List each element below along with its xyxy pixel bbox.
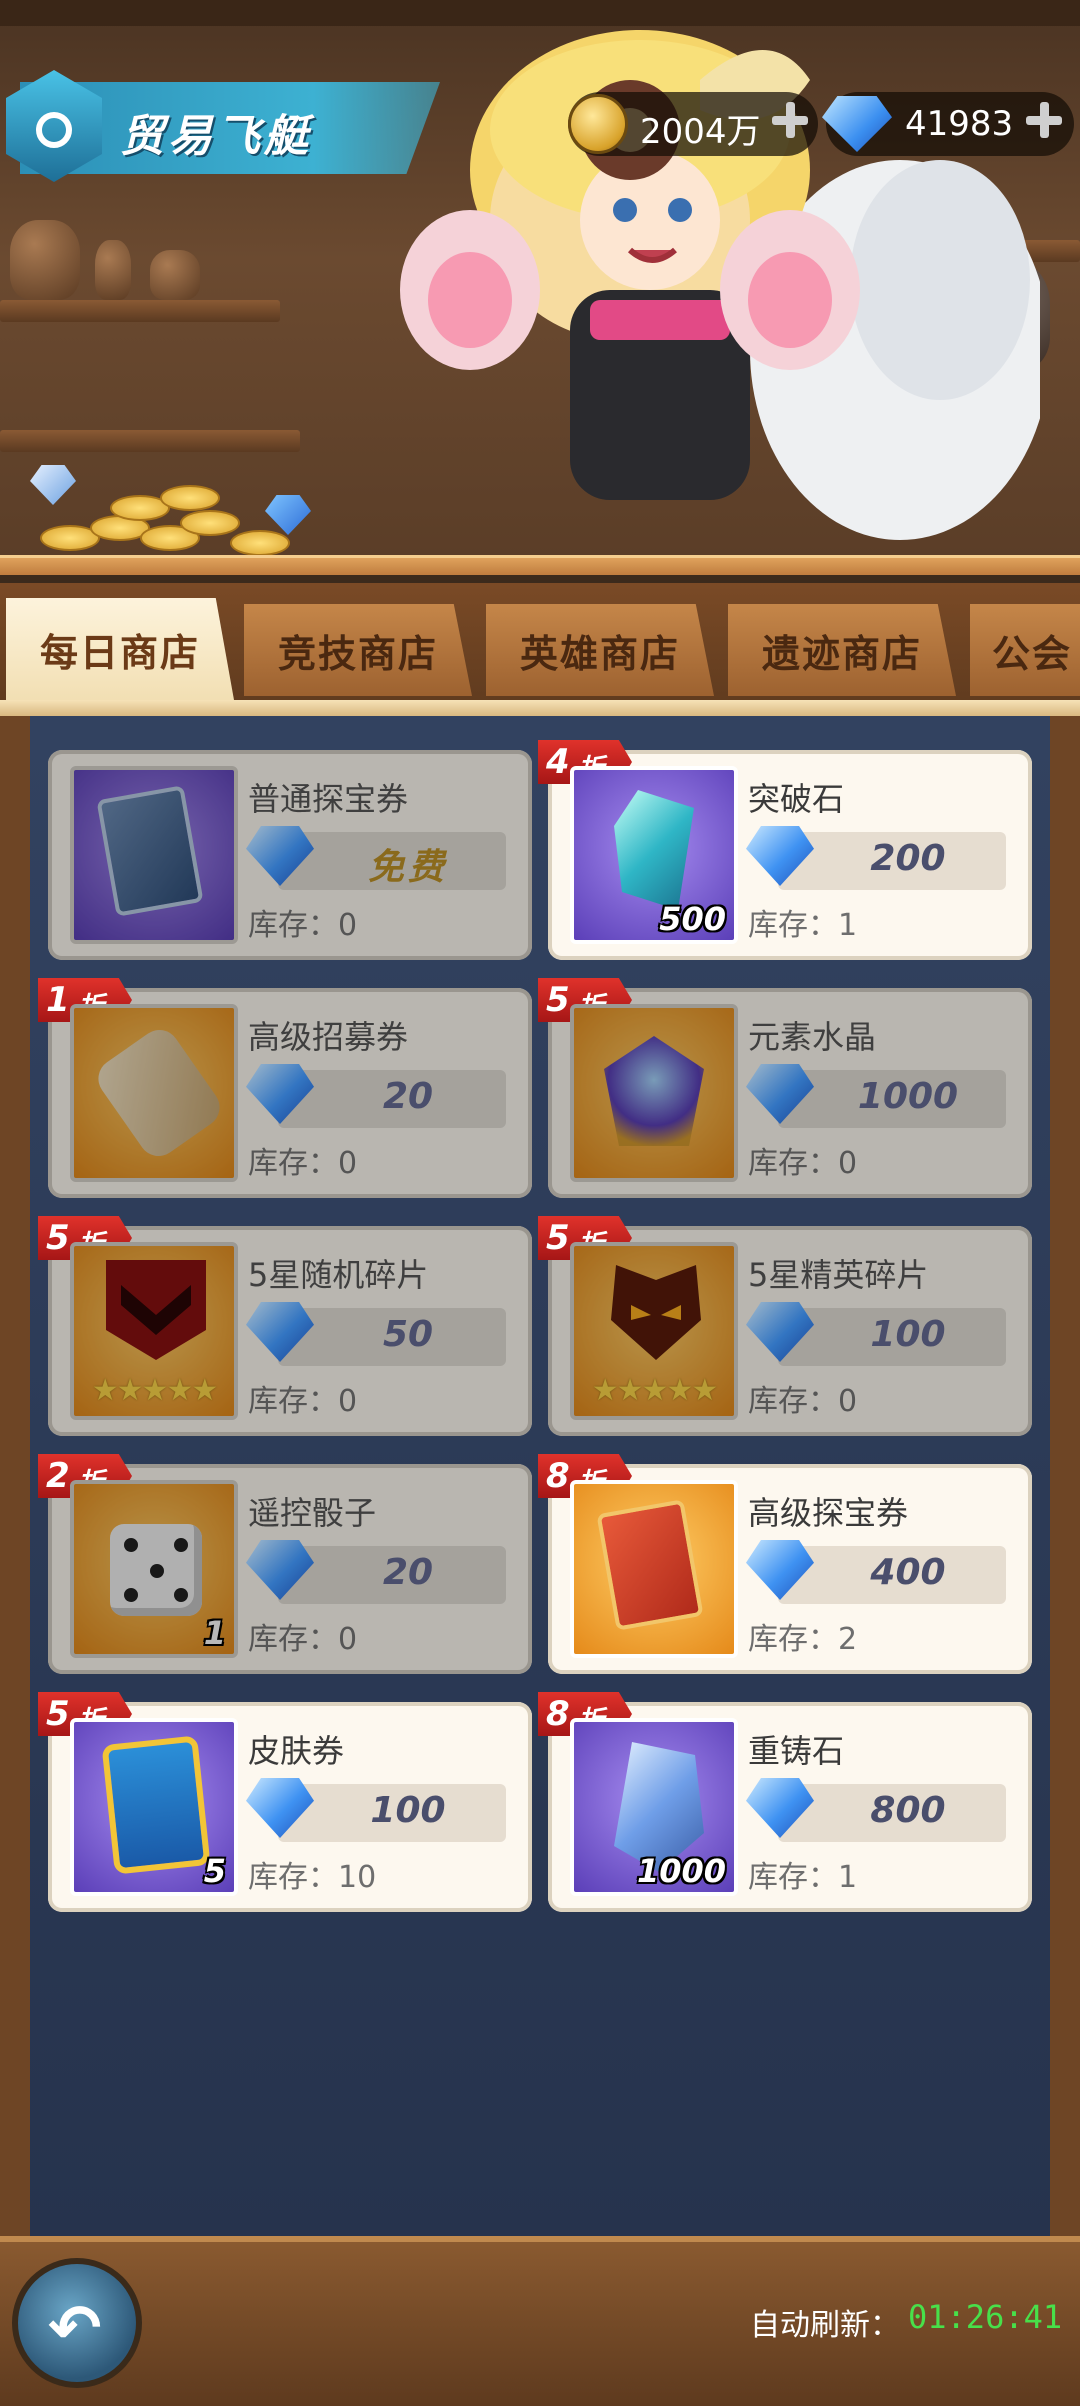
shop-item-5star-random-shard[interactable]: 5折 ★★★★★ 5星随机碎片 50 库存：0	[38, 1216, 532, 1436]
shop-item-reforge-stone[interactable]: 8折 1000 重铸石 800 库存：1	[538, 1692, 1032, 1912]
auto-refresh-label: 自动刷新：	[750, 2308, 900, 2343]
item-name: 高级探宝券	[748, 1494, 909, 1532]
item-name: 高级招募券	[248, 1018, 409, 1056]
shop-item-element-crystal[interactable]: 5折 元素水晶 1000 库存：0	[538, 978, 1032, 1198]
item-quantity: 500	[659, 900, 726, 938]
item-thumbnail: ★★★★★	[70, 1242, 238, 1420]
gold-coin-icon	[568, 94, 628, 154]
crystal-icon	[614, 790, 694, 910]
dice-icon	[110, 1524, 202, 1616]
item-name: 皮肤券	[248, 1732, 345, 1770]
diamond-amount: 41983	[905, 104, 1014, 144]
shop-item-common-ticket[interactable]: 普通探宝券 免费 库存：0	[48, 750, 532, 960]
item-stock: 库存：2	[748, 1622, 858, 1657]
shop-item-skin-ticket[interactable]: 5折 5 皮肤券 100 库存：10	[38, 1692, 532, 1912]
item-stock: 库存：10	[248, 1860, 377, 1895]
item-stock: 库存：1	[748, 1860, 858, 1895]
tab-hero-shop[interactable]: 英雄商店	[486, 604, 714, 696]
back-button[interactable]: ↶	[12, 2258, 142, 2388]
item-quantity: 5	[203, 1852, 226, 1890]
item-stock: 库存：0	[248, 1146, 358, 1181]
item-thumbnail: 1	[70, 1480, 238, 1658]
tab-guild-shop[interactable]: 公会	[970, 604, 1080, 696]
item-thumbnail	[570, 1480, 738, 1658]
item-thumbnail	[70, 1004, 238, 1182]
item-thumbnail: 5	[70, 1718, 238, 1896]
shop-item-breakthrough-stone[interactable]: 4折 500 突破石 200 库存：1	[538, 740, 1032, 960]
item-price: 200	[870, 838, 946, 879]
shop-item-5star-elite-shard[interactable]: 5折 ★★★★★ 5星精英碎片 100 库存：0	[538, 1216, 1032, 1436]
item-thumbnail: 500	[570, 766, 738, 944]
add-diamond-button[interactable]	[1022, 98, 1066, 142]
item-stock: 库存：0	[248, 1384, 358, 1419]
item-stock: 库存：0	[248, 908, 358, 943]
item-price: 50	[382, 1314, 434, 1355]
treasure-ticket-icon	[96, 785, 204, 917]
item-price: 20	[382, 1552, 434, 1593]
item-price: 1000	[857, 1076, 959, 1117]
item-stock: 库存：0	[748, 1384, 858, 1419]
item-thumbnail: ★★★★★	[570, 1242, 738, 1420]
add-gold-button[interactable]	[768, 98, 812, 142]
auto-refresh-timer: 01:26:41	[908, 2298, 1063, 2336]
item-name: 遥控骰子	[248, 1494, 377, 1532]
elite-mask-icon	[611, 1265, 701, 1360]
element-crystal-icon	[604, 1036, 704, 1146]
five-star-rating: ★★★★★	[91, 1373, 218, 1408]
shop-item-remote-dice[interactable]: 2折 1 遥控骰子 20 库存：0	[38, 1454, 532, 1674]
item-name: 5星随机碎片	[248, 1256, 429, 1294]
item-price: 免费	[367, 847, 448, 888]
shop-item-advanced-recruit-ticket[interactable]: 1折 高级招募券 20 库存：0	[38, 978, 532, 1198]
item-thumbnail	[570, 1004, 738, 1182]
item-thumbnail: 1000	[570, 1718, 738, 1896]
item-thumbnail	[70, 766, 238, 944]
shop-item-advanced-treasure-ticket[interactable]: 8折 高级探宝券 400 库存：2	[538, 1454, 1032, 1674]
item-name: 重铸石	[748, 1732, 845, 1770]
item-name: 元素水晶	[748, 1018, 877, 1056]
item-price: 100	[870, 1314, 946, 1355]
gold-amount: 2004万	[640, 112, 761, 152]
item-stock: 库存：0	[748, 1146, 858, 1181]
tab-daily-shop[interactable]: 每日商店	[6, 598, 234, 700]
hero-shard-icon	[106, 1260, 206, 1360]
item-quantity: 1	[203, 1614, 226, 1652]
five-star-rating: ★★★★★	[591, 1373, 718, 1408]
tab-arena-shop[interactable]: 竞技商店	[244, 604, 472, 696]
treasure-ticket-icon	[596, 1499, 704, 1631]
item-stock: 库存：0	[248, 1622, 358, 1657]
back-arrow-icon: ↶	[48, 2292, 102, 2366]
item-price: 400	[870, 1552, 946, 1593]
item-price: 100	[370, 1790, 446, 1831]
tab-relic-shop[interactable]: 遗迹商店	[728, 604, 956, 696]
item-name: 普通探宝券	[248, 780, 409, 818]
item-quantity: 1000	[636, 1852, 726, 1890]
page-title: 贸易飞艇	[120, 111, 312, 162]
scroll-icon	[90, 1022, 228, 1164]
skin-ticket-icon	[101, 1735, 211, 1875]
item-price: 20	[382, 1076, 434, 1117]
item-name: 突破石	[748, 780, 845, 818]
item-stock: 库存：1	[748, 908, 858, 943]
treasure-pile	[20, 455, 320, 565]
item-price: 800	[870, 1790, 946, 1831]
item-name: 5星精英碎片	[748, 1256, 929, 1294]
